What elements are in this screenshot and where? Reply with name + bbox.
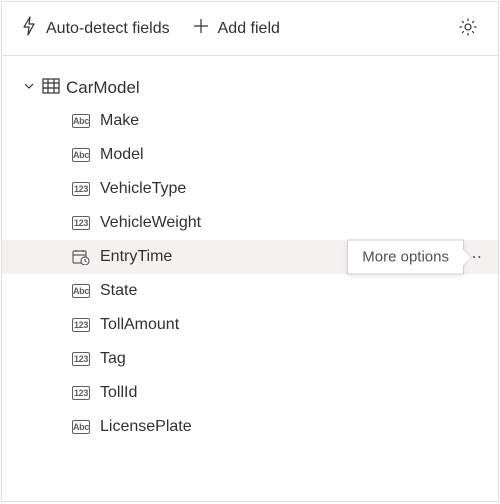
field-row[interactable]: Abc LicensePlate bbox=[2, 410, 498, 444]
table-icon bbox=[42, 78, 60, 98]
field-label: Make bbox=[100, 112, 139, 130]
field-label: EntryTime bbox=[100, 248, 172, 266]
gear-icon bbox=[458, 25, 478, 40]
type-badge: Abc bbox=[72, 114, 90, 128]
type-badge: 123 bbox=[72, 386, 90, 400]
field-row[interactable]: 123 TollAmount bbox=[2, 308, 498, 342]
datetime-icon bbox=[72, 249, 90, 265]
field-row[interactable]: Abc Make bbox=[2, 104, 498, 138]
type-badge: Abc bbox=[72, 284, 90, 298]
field-row[interactable]: Abc State bbox=[2, 274, 498, 308]
tree-root-label: CarModel bbox=[66, 78, 140, 98]
type-badge: 123 bbox=[72, 182, 90, 196]
field-label: LicensePlate bbox=[100, 418, 192, 436]
field-label: VehicleType bbox=[100, 180, 186, 198]
type-badge: 123 bbox=[72, 216, 90, 230]
autodetect-fields-button[interactable]: Auto-detect fields bbox=[16, 10, 174, 47]
settings-button[interactable] bbox=[452, 11, 484, 46]
field-row[interactable]: EntryTimeMore options⋯ bbox=[2, 240, 498, 274]
autodetect-label: Auto-detect fields bbox=[46, 20, 170, 38]
plus-icon bbox=[192, 17, 210, 40]
lightning-icon bbox=[20, 16, 38, 41]
field-label: State bbox=[100, 282, 137, 300]
toolbar: Auto-detect fields Add field bbox=[2, 2, 498, 56]
field-row[interactable]: 123 VehicleType bbox=[2, 172, 498, 206]
panel: Auto-detect fields Add field bbox=[1, 1, 499, 502]
field-row[interactable]: 123 Tag bbox=[2, 342, 498, 376]
type-badge: 123 bbox=[72, 352, 90, 366]
field-label: TollId bbox=[100, 384, 137, 402]
field-row[interactable]: 123 VehicleWeight bbox=[2, 206, 498, 240]
add-field-button[interactable]: Add field bbox=[188, 11, 284, 46]
type-badge: 123 bbox=[72, 318, 90, 332]
field-label: TollAmount bbox=[100, 316, 179, 334]
chevron-down-icon bbox=[22, 79, 36, 97]
field-label: Model bbox=[100, 146, 144, 164]
tree-root[interactable]: CarModel bbox=[2, 72, 498, 104]
field-label: Tag bbox=[100, 350, 126, 368]
field-row[interactable]: 123 TollId bbox=[2, 376, 498, 410]
field-row[interactable]: Abc Model bbox=[2, 138, 498, 172]
field-label: VehicleWeight bbox=[100, 214, 201, 232]
type-badge: Abc bbox=[72, 420, 90, 434]
type-badge: Abc bbox=[72, 148, 90, 162]
tooltip: More options bbox=[347, 240, 464, 275]
add-field-label: Add field bbox=[218, 20, 280, 38]
field-tree: CarModel AbcMakeAbcModel123VehicleType12… bbox=[2, 56, 498, 444]
